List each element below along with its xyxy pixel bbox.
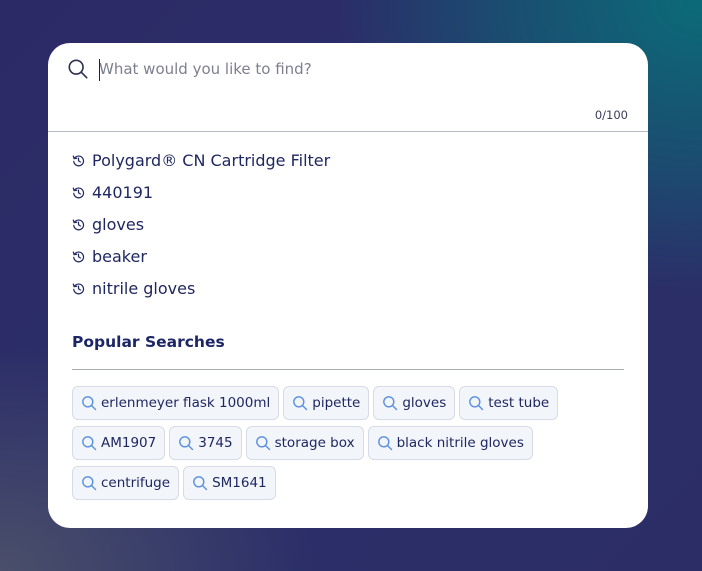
popular-search-chip[interactable]: black nitrile gloves (367, 426, 533, 460)
history-icon (72, 187, 85, 198)
chip-label: pipette (312, 395, 361, 411)
search-icon (377, 436, 392, 451)
search-icon (383, 396, 398, 411)
popular-search-chip[interactable]: test tube (459, 386, 559, 420)
search-icon (293, 396, 308, 411)
search-icon (82, 436, 97, 451)
search-icon (68, 59, 88, 79)
chip-label: SM1641 (212, 475, 267, 491)
recent-search-label: gloves (92, 214, 145, 234)
character-counter: 0/100 (594, 108, 628, 122)
divider (48, 131, 648, 132)
search-bar (48, 43, 648, 103)
search-input[interactable] (99, 56, 599, 82)
chip-label: test tube (488, 395, 550, 411)
recent-search-item[interactable]: Polygard® CN Cartridge Filter (72, 144, 330, 176)
text-caret (99, 59, 100, 81)
popular-searches-list: erlenmeyer flask 1000ml pipette gloves t… (72, 386, 632, 500)
chip-label: black nitrile gloves (396, 435, 524, 451)
history-icon (72, 283, 85, 294)
history-icon (72, 219, 85, 230)
recent-search-item[interactable]: gloves (72, 208, 330, 240)
popular-search-chip[interactable]: erlenmeyer flask 1000ml (72, 386, 280, 420)
search-icon (82, 476, 97, 491)
chip-label: erlenmeyer flask 1000ml (101, 395, 271, 411)
popular-search-chip[interactable]: 3745 (169, 426, 242, 460)
popular-search-chip[interactable]: SM1641 (183, 466, 276, 500)
recent-search-item[interactable]: beaker (72, 240, 330, 272)
chip-label: 3745 (198, 435, 233, 451)
popular-search-chip[interactable]: gloves (373, 386, 456, 420)
popular-search-chip[interactable]: storage box (245, 426, 364, 460)
recent-search-label: Polygard® CN Cartridge Filter (92, 150, 331, 170)
search-icon (193, 476, 208, 491)
chip-label: gloves (402, 395, 447, 411)
recent-search-label: beaker (92, 246, 147, 266)
recent-searches-list: Polygard® CN Cartridge Filter 440191 glo… (72, 144, 330, 304)
search-panel: 0/100 Polygard® CN Cartridge Filter 4401… (48, 43, 648, 528)
recent-search-label: 440191 (92, 182, 154, 202)
recent-search-item[interactable]: 440191 (72, 176, 330, 208)
history-icon (72, 251, 85, 262)
history-icon (72, 155, 85, 166)
recent-search-item[interactable]: nitrile gloves (72, 272, 330, 304)
popular-search-chip[interactable]: centrifuge (72, 466, 180, 500)
popular-search-chip[interactable]: pipette (283, 386, 370, 420)
search-icon (179, 436, 194, 451)
search-icon (82, 396, 97, 411)
recent-search-label: nitrile gloves (92, 278, 196, 298)
search-icon (255, 436, 270, 451)
chip-label: storage box (274, 435, 355, 451)
popular-search-chip[interactable]: AM1907 (72, 426, 166, 460)
popular-searches-heading: Popular Searches (72, 333, 225, 351)
search-icon (469, 396, 484, 411)
chip-label: AM1907 (101, 435, 157, 451)
divider (72, 369, 624, 370)
chip-label: centrifuge (101, 475, 171, 491)
